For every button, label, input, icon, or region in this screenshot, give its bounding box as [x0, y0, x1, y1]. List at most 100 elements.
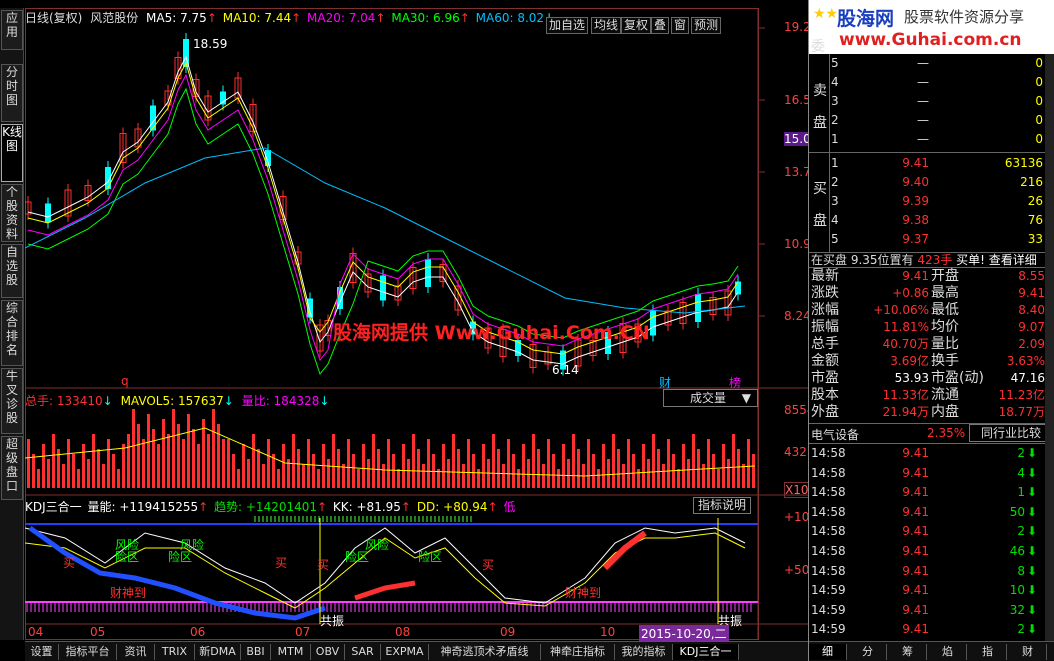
quote-key: 金额 [811, 353, 839, 369]
indicator-tab[interactable]: 设置 [25, 644, 59, 660]
forecast-button[interactable]: 预测 [691, 17, 722, 34]
volume-bar [162, 419, 165, 488]
detail-tab[interactable]: 财 [1009, 644, 1047, 660]
kdj-signal-label: 买 [317, 558, 330, 572]
price: 9.41 [902, 156, 929, 170]
month-label: 10 [600, 625, 616, 639]
indicator-tab[interactable]: KDJ三合一 [673, 644, 739, 660]
chart-header: 日线(复权) 风范股份 MA5: 7.75↑ MA10: 7.44↑ MA20:… [25, 9, 554, 26]
volume-bar [317, 469, 320, 488]
indicator-tab[interactable]: 神牵庄指标 [541, 644, 615, 660]
volume-bar [572, 434, 575, 488]
indicator-tab[interactable]: TRIX [155, 644, 195, 660]
overlay-button[interactable]: 叠 [651, 17, 670, 34]
volume-ratio: 量比: 184328 [241, 394, 320, 408]
tick-time: 14:58 [811, 485, 846, 500]
volume-bar [292, 434, 295, 488]
down-arrow-icon: ⬇ [1027, 563, 1038, 578]
add-watchlist-button[interactable]: 加自选 [546, 17, 589, 34]
volume-bar [127, 434, 130, 488]
indicator-help-button[interactable]: 指标说明 [693, 497, 751, 514]
volume-bar [692, 434, 695, 488]
volume-bar [417, 449, 420, 488]
volume-bar [152, 429, 155, 488]
detail-tab[interactable]: 筹 [889, 644, 927, 660]
tab-timeshare[interactable]: 分时图 [1, 64, 23, 122]
volume-bar [697, 449, 700, 488]
volume-bar [372, 434, 375, 488]
quote-key: 最新 [811, 268, 839, 284]
volume: 76 [1027, 213, 1043, 227]
indicator-tab[interactable]: 新DMA [195, 644, 241, 660]
volume-bar [482, 444, 485, 488]
ma10-label: MA10: 7.44 [222, 11, 292, 25]
quote-key: 流通 [931, 387, 959, 403]
kdj-signal-label: 财神到 [110, 586, 147, 600]
ma-button[interactable]: 均线 [591, 17, 622, 34]
volume: 0 [1035, 75, 1043, 89]
volume-bar [472, 454, 475, 488]
order-footer-text: 在买盘 9.35位置有 [811, 253, 914, 267]
tick-row: 14:58 9.41 2 ⬇ [809, 522, 1054, 541]
volume-bar [47, 459, 50, 488]
level: 1 [831, 132, 839, 146]
indicator-tab[interactable]: OBV [311, 644, 345, 660]
volume-bar [357, 469, 360, 488]
quote-value: 47.16 [1010, 371, 1045, 385]
indicator-tab[interactable]: 指标平台 [59, 644, 117, 660]
volume-bar [167, 434, 170, 488]
event-marker[interactable]: q [121, 374, 129, 388]
volume-bar [447, 459, 450, 488]
volume-bar [537, 449, 540, 488]
volume-bar [547, 439, 550, 488]
price: 9.37 [902, 232, 929, 246]
industry-compare-button[interactable]: 同行业比较 [969, 424, 1053, 442]
period-label[interactable]: 日线(复权) [25, 11, 82, 25]
indicator-tab[interactable]: 资讯 [117, 644, 155, 660]
tab-kline[interactable]: K线图 [1, 124, 23, 182]
quote-value: 3.63% [1006, 354, 1045, 368]
volume-bar [637, 469, 640, 488]
quote-row: 金额 3.69亿 换手 3.63% [809, 353, 1054, 370]
tab-watchlist[interactable]: 自选股 [1, 244, 23, 298]
quote-key: 股本 [811, 387, 839, 403]
adjust-button[interactable]: 复权 [621, 17, 652, 34]
indicator-dropdown[interactable]: 成交量 ▼ [663, 389, 758, 407]
chart-area[interactable]: 日线(复权) 风范股份 MA5: 7.75↑ MA10: 7.44↑ MA20:… [25, 8, 834, 642]
order-detail-link[interactable]: 查看详细 [989, 253, 1037, 267]
quote-value: 53.93 [894, 371, 929, 385]
indicator-tab[interactable]: 我的指标 [615, 644, 673, 660]
right-scrollbar[interactable] [1045, 54, 1054, 641]
detail-tab[interactable]: 指 [969, 644, 1007, 660]
indicator-tab[interactable]: BBI [241, 644, 271, 660]
volume-bar [662, 464, 665, 488]
tab-super-board[interactable]: 超级盘口 [1, 436, 23, 500]
detail-tab[interactable]: 细 [809, 644, 847, 660]
level: 1 [831, 156, 839, 170]
tick-price: 9.41 [902, 583, 929, 598]
volume-bar [187, 414, 190, 488]
volume-bar [182, 439, 185, 488]
up-arrow-icon: ↑ [459, 11, 470, 25]
volume-header: 总手: 133410↓ MAVOL5: 157637↓ 量比: 184328↓ [25, 392, 329, 409]
star-icon: ★★ [813, 6, 839, 22]
indicator-tab[interactable]: MTM [271, 644, 311, 660]
quote-key: 外盘 [811, 404, 839, 420]
tab-apps[interactable]: 应用 [1, 10, 23, 50]
window-button[interactable]: 窗 [671, 17, 690, 34]
kdj-signal-label: 买 [63, 556, 76, 570]
tab-diagnosis[interactable]: 牛叉诊股 [1, 368, 23, 434]
volume-bar [202, 419, 205, 488]
ma5-label: MA5: 7.75 [146, 11, 207, 25]
volume-bar [497, 449, 500, 488]
tab-ranking[interactable]: 综合排名 [1, 300, 23, 366]
indicator-tab[interactable]: EXPMA [381, 644, 429, 660]
indicator-tab[interactable]: 神奇逃顶术矛盾线 [429, 644, 541, 660]
volume-bar [87, 459, 90, 488]
volume-bar [752, 454, 755, 488]
volume-bar [732, 434, 735, 488]
tab-stock-info[interactable]: 个股资料 [1, 184, 23, 242]
detail-tab[interactable]: 分 [849, 644, 887, 660]
indicator-tab[interactable]: SAR [345, 644, 381, 660]
detail-tab[interactable]: 焰 [929, 644, 967, 660]
